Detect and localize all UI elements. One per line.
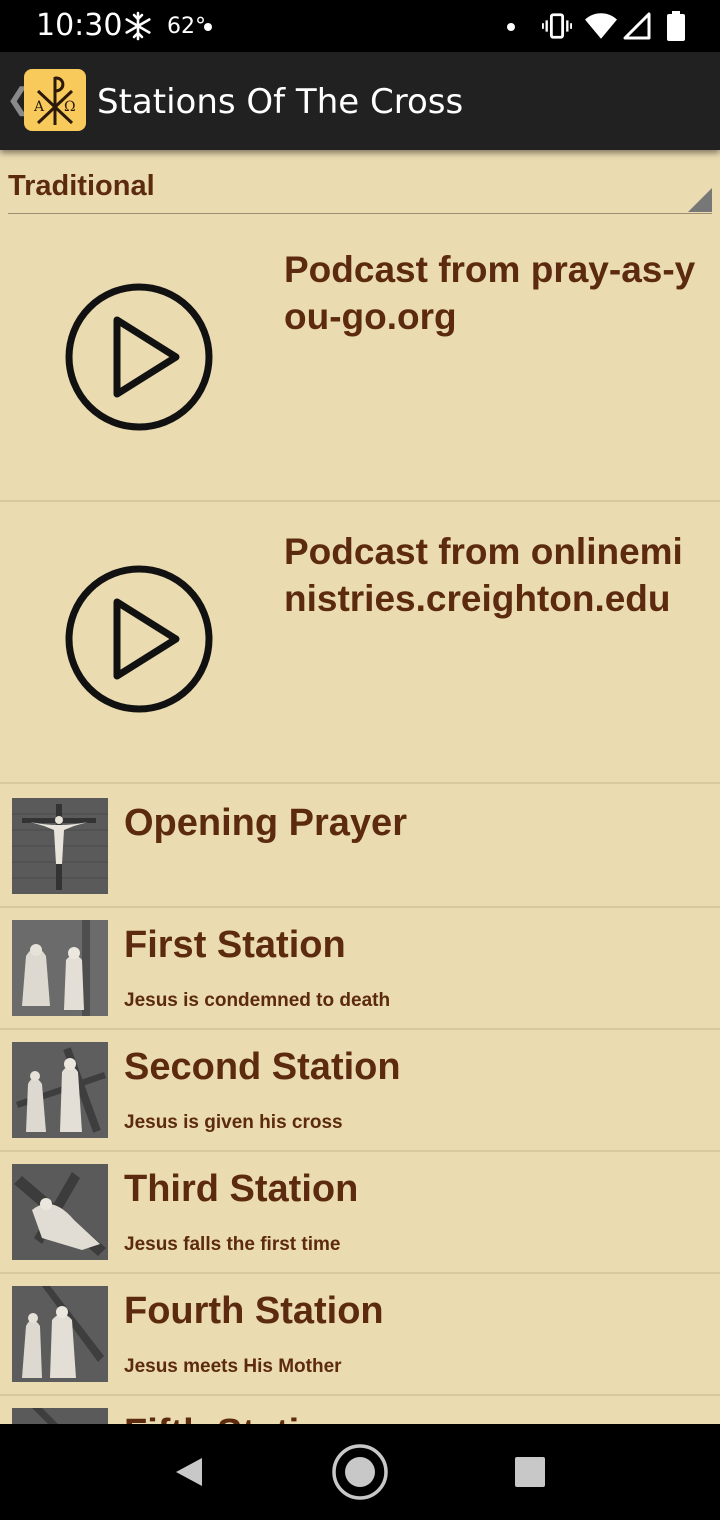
app-bar: ❮ A Ω Stations Of The Cross <box>0 52 720 150</box>
chi-rho-logo-icon: A Ω <box>33 76 76 125</box>
status-bar: 10:30 62° <box>0 0 720 52</box>
notification-dot <box>204 23 212 31</box>
app-title: Stations Of The Cross <box>97 82 464 122</box>
version-spinner[interactable]: Traditional <box>8 168 712 214</box>
station-subtitle: Jesus is condemned to death <box>124 990 391 1011</box>
station-title: Opening Prayer <box>124 802 407 844</box>
svg-text:A: A <box>33 99 45 115</box>
station-title: Third Station <box>124 1168 359 1210</box>
station-subtitle: Jesus falls the first time <box>124 1234 341 1255</box>
station-thumbnail <box>12 1164 108 1260</box>
snowflake-icon <box>125 11 151 41</box>
station-row[interactable]: Fourth Station Jesus meets His Mother <box>0 1274 720 1396</box>
home-circle-icon[interactable] <box>330 1442 390 1502</box>
podcast-title: Podcast from pray-as-you-go.org <box>284 249 696 337</box>
signal-icon <box>623 12 651 40</box>
podcast-row[interactable]: Podcast from onlineministries.creighton.… <box>0 502 720 784</box>
play-circle-icon[interactable] <box>64 282 214 432</box>
crucifix-thumbnail <box>12 798 108 894</box>
station-row[interactable]: Second Station Jesus is given his cross <box>0 1030 720 1152</box>
spinner-selected-label: Traditional <box>8 170 155 202</box>
vibrate-icon <box>542 13 572 39</box>
notification-dot <box>507 23 515 31</box>
dropdown-triangle-icon <box>688 188 712 212</box>
station-title: First Station <box>124 924 346 966</box>
back-triangle-icon[interactable] <box>172 1456 204 1488</box>
status-time: 10:30 <box>36 8 123 43</box>
station-row[interactable]: Opening Prayer <box>0 786 720 908</box>
station-subtitle: Jesus meets His Mother <box>124 1356 342 1377</box>
station-thumbnail <box>12 920 108 1016</box>
podcast-row[interactable]: Podcast from pray-as-you-go.org <box>0 220 720 502</box>
wifi-icon <box>585 13 617 39</box>
station-row[interactable]: Third Station Jesus falls the first time <box>0 1152 720 1274</box>
station-thumbnail <box>12 1286 108 1382</box>
content-list[interactable]: Traditional Podcast from pray-as-you-go.… <box>0 150 720 1424</box>
navigation-bar <box>0 1424 720 1520</box>
station-thumbnail <box>12 1042 108 1138</box>
station-row[interactable]: First Station Jesus is condemned to deat… <box>0 908 720 1030</box>
station-title: Second Station <box>124 1046 401 1088</box>
recents-square-icon[interactable] <box>514 1456 546 1488</box>
podcast-title: Podcast from onlineministries.creighton.… <box>284 531 683 619</box>
station-title: Fifth Station <box>124 1412 346 1424</box>
svg-text:Ω: Ω <box>64 99 76 115</box>
battery-icon <box>667 11 685 41</box>
station-thumbnail <box>12 1408 108 1424</box>
station-title: Fourth Station <box>124 1290 384 1332</box>
play-circle-icon[interactable] <box>64 564 214 714</box>
app-logo[interactable]: A Ω <box>24 69 86 131</box>
station-row[interactable]: Fifth Station <box>0 1396 720 1424</box>
status-temperature: 62° <box>167 14 206 39</box>
station-subtitle: Jesus is given his cross <box>124 1112 343 1133</box>
